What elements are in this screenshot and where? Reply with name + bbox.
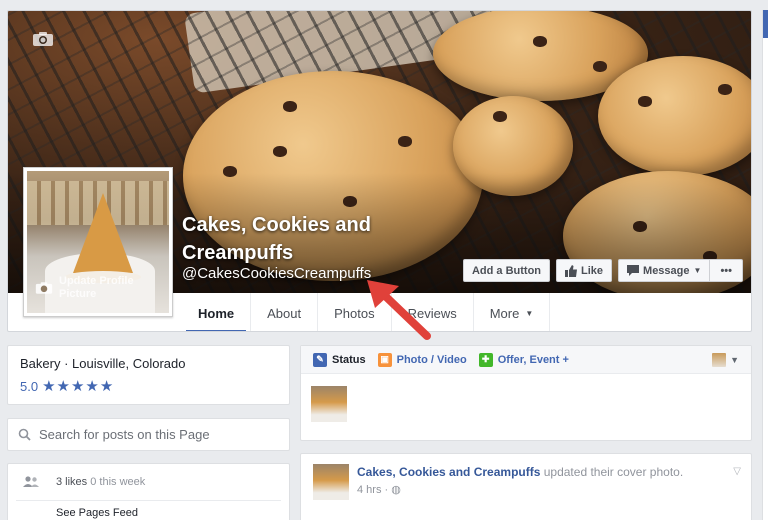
camera-icon[interactable]: [32, 31, 54, 47]
post-options-chevron-icon[interactable]: ▽: [733, 466, 741, 477]
page-search: [7, 418, 290, 451]
update-profile-label: Update Profile Picture: [59, 275, 134, 300]
caret-down-icon: ▼: [525, 308, 534, 318]
likes-summary[interactable]: 3 likes 0 this week: [8, 464, 289, 500]
update-profile-picture[interactable]: Update Profile Picture: [35, 275, 139, 301]
post-as-selector[interactable]: ▼: [712, 352, 739, 367]
photo-icon: ▣: [377, 352, 392, 367]
feed-post: Cakes, Cookies and Creampuffs updated th…: [300, 453, 752, 520]
chevron-down-icon: ▼: [693, 266, 702, 275]
star-rating-icon: ★★★★★: [42, 378, 115, 395]
tab-more-label: More: [489, 305, 520, 321]
see-pages-feed-link[interactable]: See Pages Feed: [8, 501, 289, 520]
category-location[interactable]: Bakery · Louisville, Colorado: [20, 356, 277, 371]
composer-tab-offer-label: Offer, Event +: [497, 353, 569, 366]
composer-tab-offer-event[interactable]: ✚ Offer, Event +: [478, 352, 569, 367]
camera-icon: [35, 282, 53, 294]
like-button[interactable]: Like: [556, 259, 613, 282]
post-action-text: updated their cover photo.: [540, 465, 684, 479]
rating[interactable]: 5.0 ★★★★★: [20, 377, 277, 395]
composer-tabs: ✎ Status ▣ Photo / Video ✚ Offer, Event …: [301, 346, 751, 374]
composer-body[interactable]: [301, 374, 751, 434]
composer-tab-photo-label: Photo / Video: [396, 353, 467, 366]
page-handle[interactable]: @CakesCookiesCreampuffs: [182, 265, 371, 282]
like-label: Like: [581, 264, 604, 277]
post-headline: Cakes, Cookies and Creampuffs updated th…: [357, 464, 717, 481]
message-group: Message ▼ •••: [618, 259, 743, 282]
pencil-icon: ✎: [313, 352, 327, 367]
about-card: Bakery · Louisville, Colorado 5.0 ★★★★★: [7, 345, 290, 405]
composer-tab-status-label: Status: [332, 353, 366, 366]
likes-this-week: 0 this week: [90, 476, 146, 488]
add-button-button[interactable]: Add a Button: [462, 259, 551, 282]
people-icon: [23, 476, 39, 487]
search-icon: [18, 428, 31, 441]
post-author-link[interactable]: Cakes, Cookies and Creampuffs: [357, 465, 540, 479]
globe-icon: ◍: [391, 484, 401, 496]
profile-picture[interactable]: Update Profile Picture: [23, 167, 173, 317]
likes-card: 3 likes 0 this week See Pages Feed: [7, 463, 290, 520]
search-input[interactable]: [39, 427, 279, 442]
composer-tab-photo-video[interactable]: ▣ Photo / Video: [377, 352, 467, 367]
croquembouche-image: [73, 193, 133, 273]
tab-home[interactable]: Home: [182, 293, 252, 331]
avatar: [712, 352, 727, 367]
message-label: Message: [643, 264, 690, 277]
rating-value: 5.0: [20, 378, 39, 394]
likes-count: 3 likes: [56, 476, 88, 488]
offer-icon: ✚: [478, 352, 493, 367]
more-options-button[interactable]: •••: [710, 259, 743, 282]
thumbs-up-icon: [565, 264, 578, 277]
message-icon: [627, 265, 640, 276]
chevron-down-icon: ▼: [730, 354, 739, 365]
post-time-text: 4 hrs ·: [357, 484, 392, 496]
tab-more[interactable]: More ▼: [474, 293, 551, 331]
cover-actions: Add a Button Like Message ▼ •••: [462, 259, 743, 282]
page-title[interactable]: Cakes, Cookies and Creampuffs: [182, 211, 442, 267]
avatar[interactable]: [313, 464, 349, 500]
avatar: [311, 386, 347, 422]
right-sidebar-edge: [762, 10, 768, 520]
post-timestamp[interactable]: 4 hrs · ◍: [357, 483, 717, 496]
post-composer: ✎ Status ▣ Photo / Video ✚ Offer, Event …: [300, 345, 752, 441]
composer-tab-status[interactable]: ✎ Status: [313, 352, 366, 367]
message-button[interactable]: Message ▼: [618, 259, 711, 282]
tab-about[interactable]: About: [251, 293, 319, 331]
red-arrow-annotation: [367, 280, 431, 340]
